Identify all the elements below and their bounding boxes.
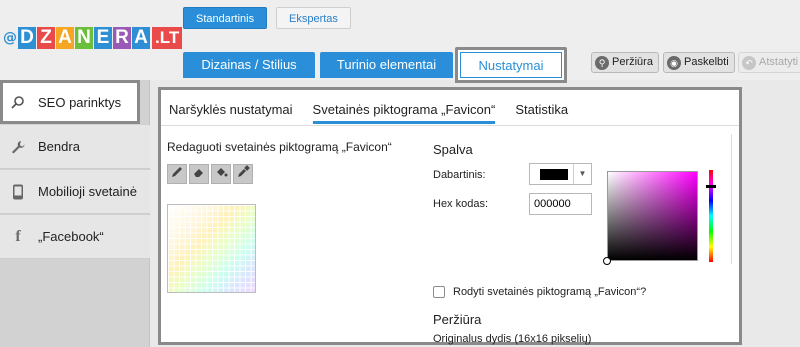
tab-design[interactable]: Dizainas / Stilius — [183, 52, 315, 78]
show-favicon-option: Rodyti svetainės piktogramą „Favicon“? — [433, 286, 646, 298]
logo-letter-d: D — [18, 27, 36, 49]
sidebar: SEO parinktys Bendra Mobilioji svetainė … — [0, 80, 150, 347]
preview-label: Peržiūra — [612, 56, 653, 68]
logo-letter-n: N — [75, 27, 93, 49]
subtab-favicon[interactable]: Svetainės piktograma „Favicon“ — [312, 100, 496, 124]
logo-letter-e: E — [94, 27, 112, 49]
search-icon: ⚲ — [595, 55, 609, 70]
sidebar-item-mobile[interactable]: Mobilioji svetainė — [0, 170, 150, 214]
tab-settings[interactable]: Nustatymai — [455, 47, 567, 83]
globe-icon: ◉ — [667, 55, 681, 70]
show-favicon-label: Rodyti svetainės piktogramą „Favicon“? — [453, 286, 647, 298]
revert-label: Atstatyti — [759, 56, 799, 68]
favicon-editor: Redaguoti svetainės piktogramą „Favicon“… — [161, 126, 739, 345]
sidebar-item-label: SEO parinktys — [38, 94, 122, 110]
hue-slider[interactable] — [706, 170, 716, 262]
preview-button[interactable]: ⚲ Peržiūra — [591, 52, 659, 73]
tab-settings-label: Nustatymai — [460, 52, 562, 78]
original-size-label: Originalus dydis (16x16 pikselių) — [433, 333, 592, 345]
sidebar-item-label: Bendra — [38, 139, 80, 154]
hex-code-input[interactable] — [529, 193, 592, 215]
expert-mode-button[interactable]: Ekspertas — [276, 7, 351, 29]
eraser-icon[interactable] — [189, 164, 209, 184]
current-color-select[interactable]: ▼ — [529, 163, 592, 185]
eyedropper-icon[interactable] — [233, 164, 253, 184]
hue-slider-handle[interactable] — [706, 185, 716, 188]
tab-content[interactable]: Turinio elementai — [320, 52, 453, 78]
sidebar-item-label: „Facebook“ — [38, 229, 104, 244]
color-heading: Spalva — [433, 142, 473, 157]
revert-button[interactable]: ↶ Atstatyti — [738, 52, 800, 73]
sidebar-item-seo[interactable]: SEO parinktys — [0, 80, 140, 124]
logo-letter-z: Z — [37, 27, 55, 49]
preview-heading: Peržiūra — [433, 312, 482, 327]
app-header: @ D Z A N E R A .LT Standartinis Ekspert… — [0, 0, 800, 83]
editor-tools — [167, 164, 253, 184]
publish-button[interactable]: ◉ Paskelbti — [663, 52, 735, 73]
picker-handle[interactable] — [603, 257, 611, 265]
sidebar-item-facebook[interactable]: f „Facebook“ — [0, 215, 150, 259]
color-panel: Spalva Dabartinis: ▼ Hex kodas: Rodyti s… — [429, 126, 732, 345]
logo-letter-a: A — [56, 27, 74, 49]
editor-title: Redaguoti svetainės piktogramą „Favicon“ — [167, 140, 392, 154]
pencil-icon[interactable] — [167, 164, 187, 184]
publish-label: Paskelbti — [684, 56, 729, 68]
logo-at: @ — [3, 30, 17, 46]
sidebar-item-label: Mobilioji svetainė — [38, 184, 137, 199]
subtab-browser-settings[interactable]: Naršyklės nustatymai — [169, 100, 293, 124]
current-color-label: Dabartinis: — [433, 169, 486, 181]
facebook-icon: f — [15, 227, 21, 245]
subtab-statistics[interactable]: Statistika — [515, 100, 568, 124]
color-picker-area[interactable] — [603, 171, 698, 265]
show-favicon-checkbox[interactable] — [433, 286, 445, 298]
logo-letter-a2: A — [132, 27, 150, 49]
sidebar-item-general[interactable]: Bendra — [0, 125, 150, 169]
fill-icon[interactable] — [211, 164, 231, 184]
favicon-canvas[interactable] — [167, 204, 256, 293]
panel-divider — [731, 134, 732, 264]
current-color-swatch — [540, 168, 568, 180]
settings-panel: Naršyklės nustatymai Svetainės piktogram… — [158, 87, 742, 345]
logo-letter-r: R — [113, 27, 131, 49]
search-icon — [10, 94, 26, 110]
subtabs: Naršyklės nustatymai Svetainės piktogram… — [169, 100, 568, 124]
mobile-phone-icon — [10, 184, 26, 200]
chevron-down-icon: ▼ — [573, 164, 591, 184]
standard-mode-button[interactable]: Standartinis — [183, 7, 268, 29]
wrench-icon — [10, 139, 26, 155]
logo-suffix: .LT — [152, 27, 183, 49]
undo-icon: ↶ — [742, 55, 756, 70]
logo[interactable]: @ D Z A N E R A .LT — [3, 25, 183, 51]
hex-code-label: Hex kodas: — [433, 198, 489, 210]
